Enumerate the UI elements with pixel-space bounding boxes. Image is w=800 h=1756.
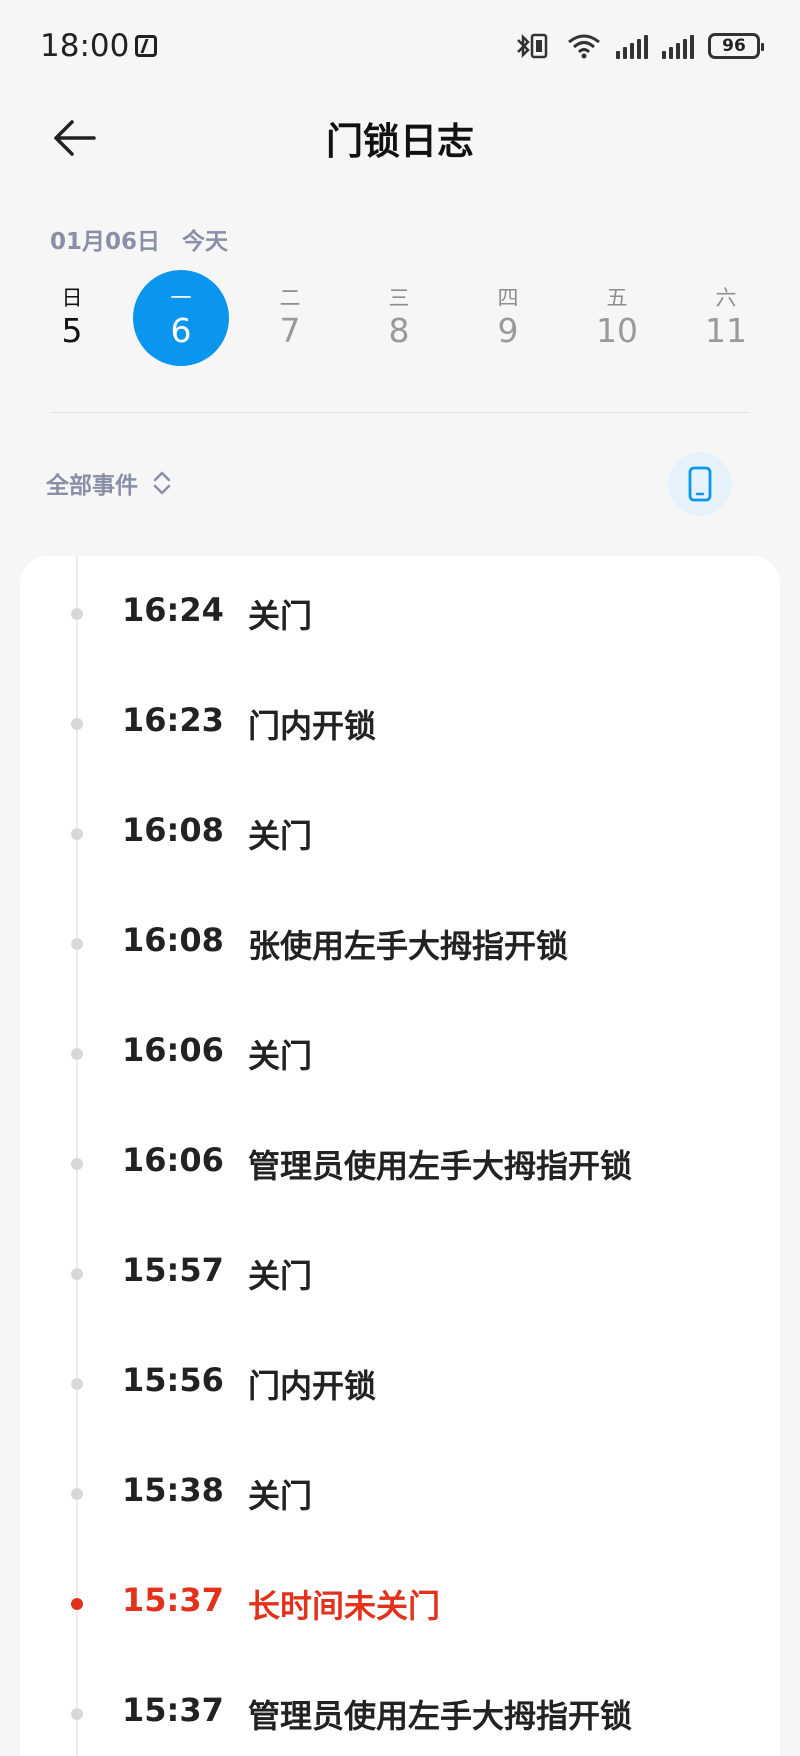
log-time: 16:06 [122, 1141, 224, 1179]
timeline-dot [71, 1378, 83, 1390]
day-number: 5 [61, 311, 83, 350]
timeline-dot [71, 1158, 83, 1170]
page-title: 门锁日志 [326, 120, 474, 163]
log-event: 关门 [248, 1477, 313, 1515]
timeline-dot [71, 718, 83, 730]
day-wed[interactable]: 三 8 [351, 270, 447, 366]
battery-level: 96 [722, 36, 746, 56]
day-fri[interactable]: 五 10 [569, 270, 665, 366]
log-item[interactable]: 16:24 关门 [20, 583, 780, 643]
day-sun[interactable]: 日 5 [24, 270, 120, 366]
log-event: 张使用左手大拇指开锁 [248, 927, 569, 965]
status-icons: 96 [514, 31, 764, 61]
day-thu[interactable]: 四 9 [460, 270, 556, 366]
log-time: 16:06 [122, 1031, 224, 1069]
log-event: 关门 [248, 817, 313, 855]
log-item[interactable]: 16:06 关门 [20, 1023, 780, 1083]
nfc-icon [135, 35, 158, 57]
day-number: 9 [497, 311, 519, 350]
header: 门锁日志 [0, 100, 800, 176]
event-filter-label: 全部事件 [46, 473, 138, 499]
status-time-group: 18:00 [40, 28, 158, 64]
log-event: 关门 [248, 597, 313, 635]
log-item[interactable]: 15:38 关门 [20, 1463, 780, 1523]
weekday-label: 六 [715, 286, 737, 310]
today-label[interactable]: 今天 [182, 222, 228, 256]
date-line: 01月06日 今天 [50, 222, 228, 256]
log-item[interactable]: 15:56 门内开锁 [20, 1353, 780, 1413]
timeline-dot [71, 1488, 83, 1500]
log-time: 16:08 [122, 921, 224, 959]
log-time: 15:57 [122, 1251, 224, 1289]
log-time: 15:37 [122, 1691, 224, 1729]
day-number: 8 [388, 311, 410, 350]
timeline-dot [71, 1708, 83, 1720]
day-number: 7 [279, 311, 301, 350]
bluetooth-icon [517, 33, 548, 59]
timeline-dot [71, 938, 83, 950]
log-time: 15:37 [122, 1581, 224, 1619]
log-item[interactable]: 16:08 张使用左手大拇指开锁 [20, 913, 780, 973]
log-time: 15:38 [122, 1471, 224, 1509]
sort-chevrons-icon [153, 471, 171, 495]
log-item[interactable]: 16:06 管理员使用左手大拇指开锁 [20, 1133, 780, 1193]
battery-icon: 96 [708, 33, 764, 59]
divider [50, 412, 750, 413]
day-tue[interactable]: 二 7 [242, 270, 338, 366]
timeline-dot [71, 828, 83, 840]
signal-icon-2 [662, 33, 694, 59]
phone-icon [688, 466, 712, 502]
timeline-dot [71, 1268, 83, 1280]
weekday-label: 四 [497, 286, 519, 310]
weekday-label: 一 [170, 286, 192, 310]
log-event: 关门 [248, 1037, 313, 1075]
log-time: 16:23 [122, 701, 224, 739]
back-arrow-icon[interactable] [50, 116, 98, 160]
day-number: 10 [596, 311, 638, 350]
log-event: 长时间未关门 [248, 1587, 441, 1625]
log-item[interactable]: 15:57 关门 [20, 1243, 780, 1303]
day-number: 6 [170, 311, 192, 350]
weekday-label: 日 [61, 286, 83, 310]
log-event: 门内开锁 [248, 1367, 377, 1405]
wifi-icon [568, 34, 600, 59]
status-bar: 18:00 96 [0, 0, 800, 92]
weekday-label: 三 [388, 286, 410, 310]
log-item[interactable]: 16:08 关门 [20, 803, 780, 863]
current-date: 01月06日 [50, 229, 161, 255]
weekday-label: 二 [279, 286, 301, 310]
log-item-alert[interactable]: 15:37 长时间未关门 [20, 1573, 780, 1633]
log-time: 16:24 [122, 591, 224, 629]
day-mon-selected[interactable]: 一 6 [133, 270, 229, 366]
timeline-dot [71, 608, 83, 620]
log-event: 门内开锁 [248, 707, 377, 745]
log-item[interactable]: 15:37 管理员使用左手大拇指开锁 [20, 1683, 780, 1743]
log-time: 16:08 [122, 811, 224, 849]
alert-dot [71, 1598, 83, 1610]
log-event: 管理员使用左手大拇指开锁 [248, 1697, 633, 1735]
log-list: 16:24 关门 16:23 门内开锁 16:08 关门 16:08 张使用左手… [20, 556, 780, 1756]
log-event: 关门 [248, 1257, 313, 1295]
day-number: 11 [705, 311, 747, 350]
event-filter-dropdown[interactable]: 全部事件 [46, 466, 172, 500]
log-event: 管理员使用左手大拇指开锁 [248, 1147, 633, 1185]
weekday-label: 五 [606, 286, 628, 310]
week-selector: 日 5 一 6 二 7 三 8 四 9 五 10 六 11 [24, 270, 776, 374]
log-time: 15:56 [122, 1361, 224, 1399]
day-sat[interactable]: 六 11 [678, 270, 774, 366]
status-time: 18:00 [40, 28, 130, 64]
signal-icon-1 [616, 33, 648, 59]
timeline-dot [71, 1048, 83, 1060]
log-item[interactable]: 16:23 门内开锁 [20, 693, 780, 753]
phone-button[interactable] [668, 452, 732, 516]
